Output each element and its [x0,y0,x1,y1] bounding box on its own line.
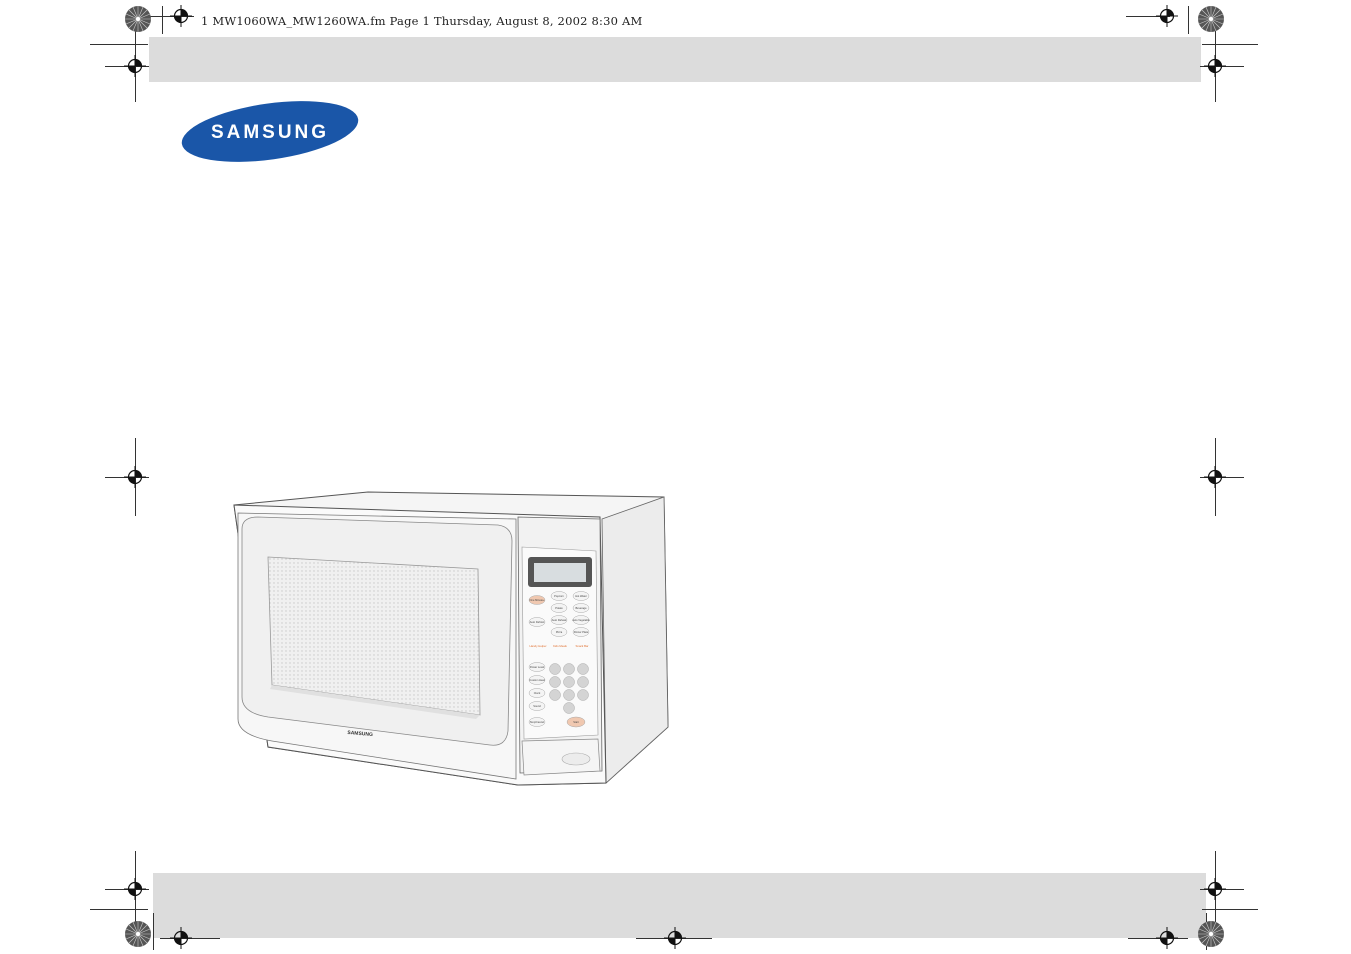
panel-button-label: Auto Vegetable [572,618,590,622]
keypad-key [549,676,561,688]
registration-mark-icon [1156,927,1178,949]
keypad-key [563,663,575,675]
panel-button-label: Power Level [530,665,545,669]
registration-mark-icon [1204,55,1226,77]
crop-mark [1188,6,1189,34]
registration-mark-icon [1156,5,1178,27]
start-button-label: Start [573,720,579,724]
registration-mark-icon [1204,878,1226,900]
crop-mark [90,909,148,910]
crop-mark [153,913,154,950]
crop-mark [1202,909,1258,910]
panel-button-label: Dinner Plate [574,630,589,634]
panel-button-label: Stop/Cancel [530,720,545,724]
keypad-key [577,663,589,675]
registration-mark-icon [664,927,686,949]
registration-mark-icon [170,5,192,27]
panel-button-label: Popcorn [554,594,564,598]
crop-mark [90,44,148,45]
starburst-mark-icon [125,921,151,947]
crop-mark [162,6,163,34]
registration-mark-icon [124,466,146,488]
top-gray-band [149,37,1201,82]
keypad-key [549,663,561,675]
keypad-key [563,702,575,714]
panel-button-label: Pizza [556,630,563,634]
starburst-mark-icon [1198,921,1224,947]
panel-button-label: Clock [534,691,541,695]
keypad-key [577,689,589,701]
panel-button-label: Sound [533,704,541,708]
panel-button-label: Auto Reheat [552,618,567,622]
crop-mark [1202,44,1258,45]
panel-button-label: Custom Heat [529,678,544,682]
registration-mark-icon [124,55,146,77]
special-button-label: Snack Bar [576,644,589,648]
logo-text: SAMSUNG [211,122,329,143]
microwave-illustration: SAMSUNG One Minute+Auto DefrostPower Lev… [233,491,669,786]
special-button-label: Handy Helper [529,644,546,648]
starburst-mark-icon [1198,6,1224,32]
registration-mark-icon [170,927,192,949]
panel-button-label: Potato [555,606,563,610]
keypad-key [577,676,589,688]
registration-mark-icon [124,878,146,900]
panel-button-label: Hot Water [575,594,587,598]
panel-button-label: Beverage [575,606,587,610]
samsung-logo: SAMSUNG [181,101,359,162]
keypad-key [563,689,575,701]
panel-button-label: Auto Defrost [530,620,545,624]
registration-mark-icon [1204,466,1226,488]
panel-button-label: One Minute+ [530,598,545,602]
starburst-mark-icon [125,6,151,32]
keypad-key [563,676,575,688]
file-header-line: 1 MW1060WA_MW1260WA.fm Page 1 Thursday, … [201,14,643,28]
keypad-key [549,689,561,701]
special-button-label: Kids Meals [553,644,567,648]
